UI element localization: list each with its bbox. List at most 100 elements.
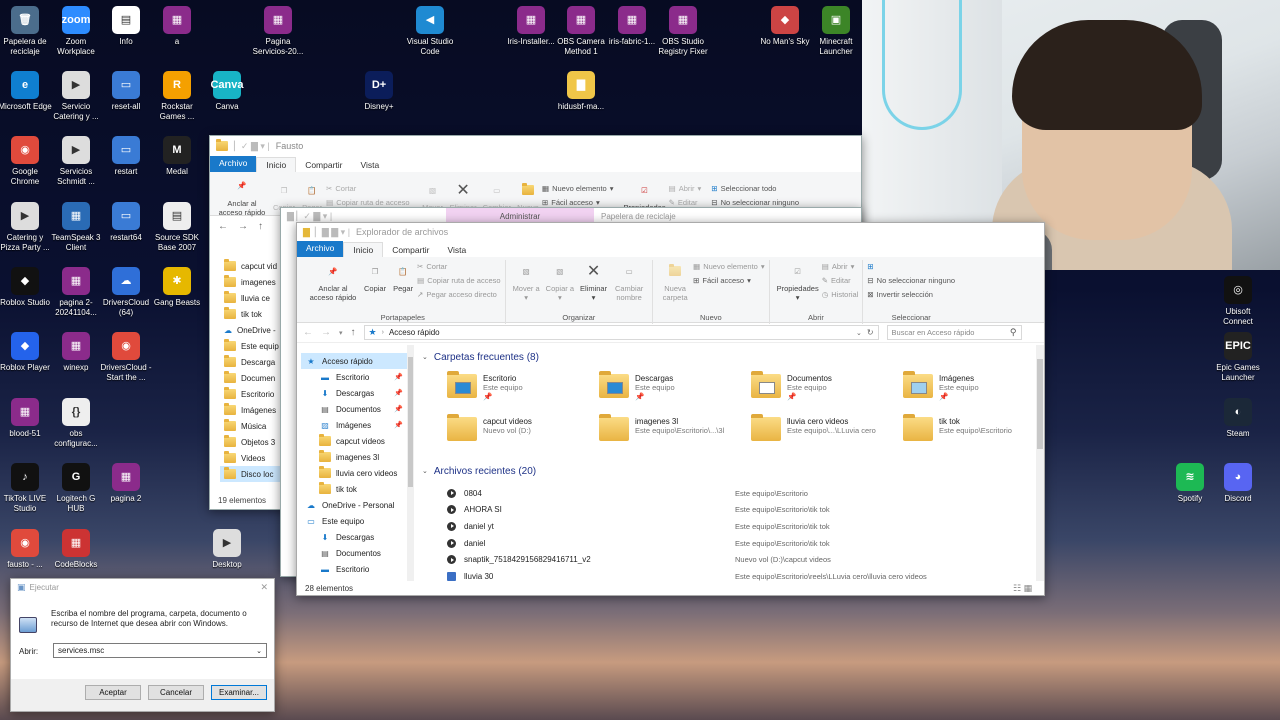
nav-item-acceso-rapido[interactable]: ★ Acceso rápido: [301, 353, 407, 369]
cut-button[interactable]: ✂ Cortar: [326, 182, 409, 196]
nav-item[interactable]: Disco loc: [220, 466, 280, 482]
desktop-icon-reset-all[interactable]: ▭ reset-all: [98, 71, 154, 112]
edit-button[interactable]: ✎ Editar: [822, 274, 859, 288]
open-button[interactable]: ▤ Abrir ▾: [822, 260, 859, 274]
desktop-icon-discord[interactable]: ◕ Discord: [1210, 463, 1266, 504]
nav-item[interactable]: tik tok: [220, 306, 280, 322]
desktop-icon-roblox-player[interactable]: ◆ Roblox Player: [0, 332, 53, 373]
tab-archivo[interactable]: Archivo: [297, 241, 344, 257]
select-all-button[interactable]: ⊞: [867, 260, 873, 274]
nav-item-imagenes[interactable]: ▨ Imágenes 📌: [301, 417, 407, 433]
desktop-icon-teamspeak-3-client[interactable]: ▦ TeamSpeak 3 Client: [48, 202, 104, 253]
desktop-icon-logitech-g-hub[interactable]: G Logitech G HUB: [48, 463, 104, 514]
desktop-icon-pagina-2[interactable]: ▦ pagina 2: [98, 463, 154, 504]
up-arrow-icon[interactable]: ↑: [351, 327, 356, 338]
recent-file-row[interactable]: lluvia 30 Este equipo\Escritorio\reels\LL…: [447, 569, 1037, 585]
desktop-icon-desktop[interactable]: ▶ Desktop: [199, 529, 255, 570]
desktop-icon-disney[interactable]: D+ Disney+: [351, 71, 407, 112]
nav-item[interactable]: Imágenes: [220, 402, 280, 418]
refresh-icon[interactable]: ↻: [867, 328, 874, 337]
desktop-icon-codeblocks[interactable]: ▦ CodeBlocks: [48, 529, 104, 570]
open-button[interactable]: ▤ Abrir ▾: [669, 182, 702, 196]
frequent-folder-documentos[interactable]: Documentos Este equipo 📌: [751, 371, 901, 401]
recent-locations-icon[interactable]: ▾: [339, 329, 343, 337]
view-toggle-icons[interactable]: ☷ ▦: [1013, 583, 1032, 594]
desktop-icon-a[interactable]: ▦ a: [149, 6, 205, 47]
select-none-button[interactable]: ⊟ No seleccionar ninguno: [867, 274, 955, 288]
desktop-icon-iris-installer[interactable]: ▦ Iris-Installer...: [503, 6, 559, 47]
tab-compartir[interactable]: Compartir: [383, 243, 438, 257]
desktop-icon-driverscloud-start-the[interactable]: ◉ DriversCloud - Start the ...: [98, 332, 154, 383]
delete-button[interactable]: ✕ Eliminar ▾: [580, 260, 607, 302]
nav-item[interactable]: Música: [220, 418, 280, 434]
frequent-folder-lluvia-cero-videos[interactable]: lluvia cero videos Este equipo\...\LLuvia…: [751, 414, 901, 441]
desktop-icon-obs-camera-method-1[interactable]: ▦ OBS Camera Method 1: [553, 6, 609, 57]
desktop-icon-info[interactable]: ▤ Info: [98, 6, 154, 47]
ok-button[interactable]: Aceptar: [85, 685, 141, 700]
new-item-button[interactable]: ▦ Nuevo elemento ▾: [693, 260, 764, 274]
nav-item[interactable]: ☁ OneDrive -: [220, 322, 280, 338]
forward-arrow-icon[interactable]: →: [321, 327, 331, 338]
cancel-button[interactable]: Cancelar: [148, 685, 204, 700]
invert-selection-button[interactable]: ⊠ Invertir selección: [867, 288, 933, 302]
frequent-folder-escritorio[interactable]: Escritorio Este equipo 📌: [447, 371, 597, 401]
recent-files-header[interactable]: ⌄ Archivos recientes (20): [422, 462, 536, 480]
nav-item-imagenes-3l[interactable]: imagenes 3l: [301, 449, 407, 465]
nav-item-escritorio[interactable]: ▬ Escritorio 📌: [301, 369, 407, 385]
frequent-folder-imagenes-3l[interactable]: imagenes 3l Este equipo\Escritorio\...\3l: [599, 414, 749, 441]
run-dialog[interactable]: ▣ Ejecutar ✕ Escriba el nombre del progr…: [10, 578, 275, 712]
close-icon[interactable]: ✕: [260, 582, 268, 593]
rename-button[interactable]: ▭ Cambiar nombre: [613, 260, 645, 303]
desktop-icon-servicio-catering-y[interactable]: ▶ Servicio Catering y ...: [48, 71, 104, 122]
quick-access-toolbar[interactable]: ▇ ▏✓ ▇ ▾ |: [287, 211, 332, 222]
nav-item-documentos[interactable]: ▤ Documentos 📌: [301, 401, 407, 417]
desktop-icon-minecraft-launcher[interactable]: ▣ Minecraft Launcher: [808, 6, 864, 57]
nav-item[interactable]: Objetos 3: [220, 434, 280, 450]
paste-button[interactable]: 📋Pegar: [392, 260, 414, 294]
recent-file-row[interactable]: snaptik_7518429156829416711_v2 Nuevo vol …: [447, 552, 1037, 568]
desktop-icon-blood-51[interactable]: ▦ blood-51: [0, 398, 53, 439]
recent-file-row[interactable]: daniel Este equipo\Escritorio\tik tok: [447, 535, 1037, 551]
desktop-icon-driverscloud-64[interactable]: ☁ DriversCloud (64): [98, 267, 154, 318]
nav-item[interactable]: lluvia ce: [220, 290, 280, 306]
pin-quick-access-button[interactable]: 📌 Anclar al acceso rápido: [308, 260, 358, 303]
tab-compartir[interactable]: Compartir: [296, 158, 351, 172]
pin-quick-access-button[interactable]: 📌 Anclar al acceso rápido: [217, 175, 267, 217]
content-scrollbar[interactable]: [1036, 345, 1044, 581]
nav-item[interactable]: Escritorio: [220, 386, 280, 402]
address-bar[interactable]: ★ › Acceso rápido ⌄ ↻: [363, 325, 879, 340]
desktop-icon-medal[interactable]: M Medal: [149, 136, 205, 177]
nav-item-descargas[interactable]: ⬇ Descargas: [301, 529, 407, 545]
quick-access-toolbar[interactable]: ▏✓ ▇ ▾ |: [234, 141, 270, 152]
desktop-icon-canva[interactable]: Canva Canva: [199, 71, 255, 112]
paste-shortcut-button[interactable]: ↗ Pegar acceso directo: [417, 288, 500, 302]
run-input[interactable]: services.msc ⌄: [53, 643, 267, 658]
desktop-icon-gang-beasts[interactable]: ✱ Gang Beasts: [149, 267, 205, 308]
desktop-icon-steam[interactable]: ◐ Steam: [1210, 398, 1266, 439]
new-item-button[interactable]: ▦ Nuevo elemento ▾: [542, 182, 613, 196]
chevron-down-icon[interactable]: ⌄: [256, 647, 262, 655]
frequent-folder-tik-tok[interactable]: tik tok Este equipo\Escritorio: [903, 414, 1053, 441]
nav-item[interactable]: Videos: [220, 450, 280, 466]
desktop-icon-winexp[interactable]: ▦ winexp: [48, 332, 104, 373]
recent-file-row[interactable]: 0804 Este equipo\Escritorio: [447, 485, 1037, 501]
copy-to-button[interactable]: ▧ Copiar a ▾: [546, 260, 574, 303]
chevron-down-icon[interactable]: ⌄: [856, 329, 862, 337]
new-folder-button[interactable]: Nueva carpeta: [660, 260, 690, 302]
desktop-icon-servicios-schmidt[interactable]: ▶ Servicios Schmidt ...: [48, 136, 104, 187]
recent-file-row[interactable]: daniel yt Este equipo\Escritorio\tik tok: [447, 518, 1037, 534]
tab-inicio[interactable]: Inicio: [256, 157, 297, 172]
nav-item[interactable]: imagenes: [220, 274, 280, 290]
nav-item-documentos[interactable]: ▤ Documentos: [301, 545, 407, 561]
select-all-button[interactable]: ⊞ Seleccionar todo: [711, 182, 799, 196]
cut-button[interactable]: ✂ Cortar: [417, 260, 500, 274]
nav-item-escritorio[interactable]: ▬ Escritorio: [301, 561, 407, 577]
nav-item-lluvia-cero-videos[interactable]: lluvia cero videos: [301, 465, 407, 481]
nav-item[interactable]: Documen: [220, 370, 280, 386]
nav-item[interactable]: capcut vid: [220, 258, 280, 274]
back-arrow-icon[interactable]: ←: [303, 327, 313, 338]
desktop-icon-rockstar-games[interactable]: R Rockstar Games ...: [149, 71, 205, 122]
desktop-icon-fausto[interactable]: ◉ fausto - ...: [0, 529, 53, 570]
tab-inicio[interactable]: Inicio: [343, 242, 384, 257]
history-button[interactable]: ◷ Historial: [822, 288, 859, 302]
